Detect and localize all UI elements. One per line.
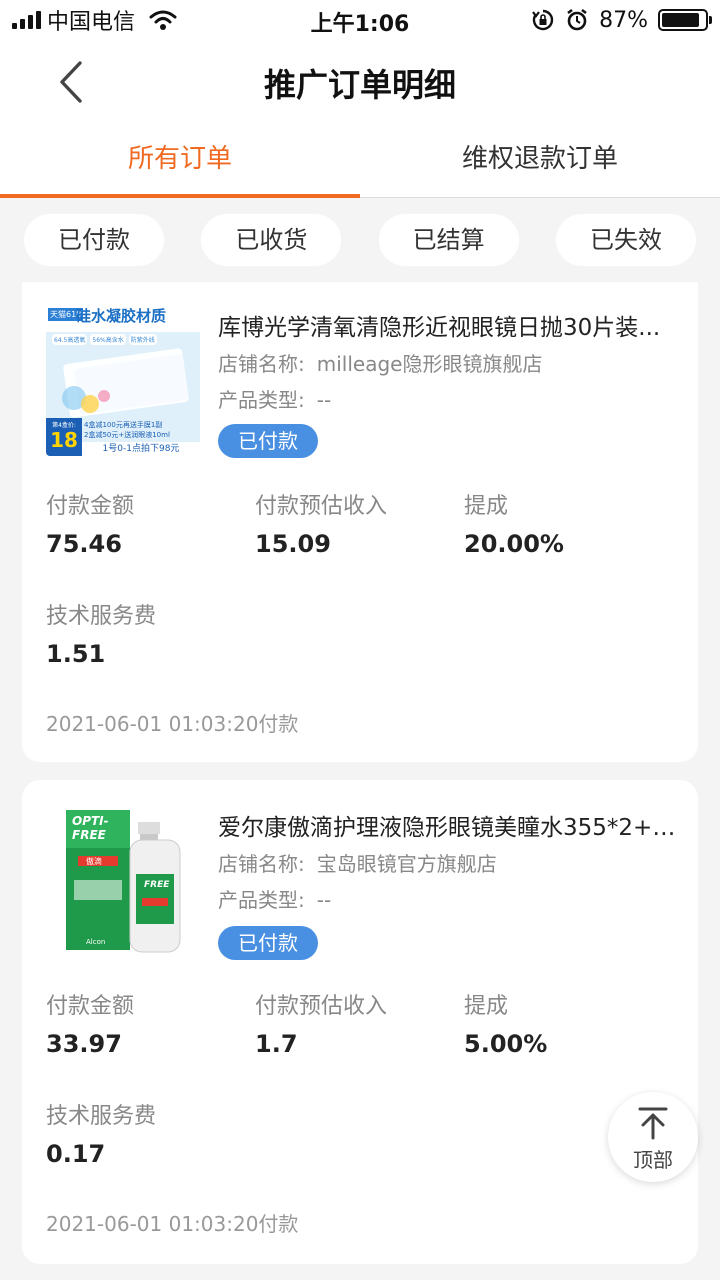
metric-est-income: 付款预估收入 15.09	[255, 488, 387, 558]
battery-percent: 87%	[599, 7, 648, 33]
box-brand-line2: FREE	[72, 828, 106, 842]
product-thumbnail[interactable]: OPTI- FREE 傲滴 Alcon FREE	[46, 800, 200, 954]
nav-bar: 推广订单明细	[0, 40, 720, 124]
page-title: 推广订单明细	[263, 66, 456, 104]
product-title[interactable]: 库博光学清氧清隐形近视眼镜日抛30片装...	[218, 308, 678, 342]
commission-label: 提成	[464, 494, 509, 519]
est-income-label: 付款预估收入	[255, 494, 388, 519]
product-type-row: 产品类型: --	[218, 884, 331, 913]
pay-amount-value: 33.97	[46, 1030, 122, 1058]
rotation-lock-icon	[532, 9, 554, 31]
status-badge: 已付款	[218, 424, 318, 458]
commission-value: 5.00%	[464, 1030, 548, 1058]
metric-commission: 提成 20.00%	[464, 488, 564, 558]
filter-paid[interactable]: 已付款	[24, 214, 164, 266]
status-left: 中国电信	[12, 6, 177, 35]
product-thumbnail[interactable]: 天猫618 硅水凝胶材质 64.5高透氧 56%高含水 防紫外线 第4盒价: 1…	[46, 302, 200, 456]
battery-fill	[662, 13, 699, 27]
thumb-bottom-strip: 1号0-1点拍下98元	[82, 442, 200, 456]
product-type-label: 产品类型:	[218, 888, 305, 912]
thumb-banner: 硅水凝胶材质	[76, 307, 167, 325]
thumb-promo-2: 2盒减50元+送润眼液10ml	[84, 431, 170, 439]
solution-box-illustration	[66, 810, 181, 953]
shop-name-row: 店铺名称: 宝岛眼镜官方旗舰店	[218, 848, 497, 877]
commission-value: 20.00%	[464, 530, 564, 558]
box-brand-line1: OPTI-	[72, 814, 109, 828]
status-badge: 已付款	[218, 926, 318, 960]
bottle-brand: FREE	[144, 880, 170, 890]
order-card[interactable]: 天猫618 硅水凝胶材质 64.5高透氧 56%高含水 防紫外线 第4盒价: 1…	[22, 282, 698, 762]
signal-icon	[12, 11, 41, 29]
commission-label: 提成	[464, 994, 509, 1019]
metric-service-fee: 技术服务费 1.51	[46, 598, 156, 668]
tab-all-orders[interactable]: 所有订单	[0, 124, 360, 198]
metric-est-income: 付款预估收入 1.7	[255, 988, 387, 1058]
pay-amount-label: 付款金额	[46, 994, 135, 1019]
back-to-top-label: 顶部	[633, 1148, 673, 1172]
contact-lens-box-illustration	[62, 348, 189, 418]
metric-commission: 提成 5.00%	[464, 988, 547, 1058]
back-to-top-button[interactable]: 顶部	[608, 1092, 698, 1182]
metric-pay-amount: 付款金额 33.97	[46, 988, 134, 1058]
product-title[interactable]: 爱尔康傲滴护理液隐形眼镜美瞳水355*2+6...	[218, 808, 678, 842]
shop-name-row: 店铺名称: milleage隐形眼镜旗舰店	[218, 348, 542, 377]
shop-name-value: milleage隐形眼镜旗舰店	[316, 352, 543, 376]
thumb-price-box: 第4盒价: 18	[46, 418, 82, 456]
est-income-value: 1.7	[255, 1030, 298, 1058]
est-income-label: 付款预估收入	[255, 994, 388, 1019]
pay-amount-value: 75.46	[46, 530, 122, 558]
tab-bar: 所有订单 维权退款订单	[0, 124, 720, 198]
pay-amount-label: 付款金额	[46, 494, 135, 519]
metric-pay-amount: 付款金额 75.46	[46, 488, 134, 558]
thumb-promo-1: 4盒减100元再送手膜1副	[84, 421, 163, 429]
carrier-name: 中国电信	[47, 10, 136, 35]
battery-icon	[658, 9, 712, 31]
product-type-value: --	[316, 888, 332, 912]
service-fee-label: 技术服务费	[46, 1104, 157, 1129]
service-fee-value: 1.51	[46, 640, 106, 668]
alarm-icon	[567, 8, 587, 31]
shop-name-value: 宝岛眼镜官方旗舰店	[316, 852, 497, 876]
order-timestamp: 2021-06-01 01:03:20付款	[46, 712, 299, 736]
box-maker: Alcon	[86, 938, 106, 946]
product-type-label: 产品类型:	[218, 388, 305, 412]
product-type-row: 产品类型: --	[218, 384, 331, 413]
status-filter-bar: 已付款 已收货 已结算 已失效	[0, 198, 720, 282]
wifi-icon	[149, 10, 177, 30]
shop-name-label: 店铺名称:	[218, 852, 305, 876]
tab-refund-orders[interactable]: 维权退款订单	[360, 124, 720, 197]
status-bar: 中国电信 上午1:06 87%	[0, 0, 720, 40]
filter-expired[interactable]: 已失效	[555, 214, 696, 266]
service-fee-label: 技术服务费	[46, 604, 157, 629]
service-fee-value: 0.17	[46, 1140, 106, 1168]
box-cn-name: 傲滴	[86, 857, 102, 866]
filter-settled[interactable]: 已结算	[378, 214, 519, 266]
shop-name-label: 店铺名称:	[218, 352, 305, 376]
filter-received[interactable]: 已收货	[201, 214, 342, 266]
order-card[interactable]: OPTI- FREE 傲滴 Alcon FREE 爱尔康傲滴护理液隐形眼镜美瞳水…	[22, 780, 698, 1264]
thumb-chips: 64.5高透氧 56%高含水 防紫外线	[52, 334, 196, 345]
metric-service-fee: 技术服务费 0.17	[46, 1098, 156, 1168]
est-income-value: 15.09	[255, 530, 331, 558]
arrow-to-top-icon	[638, 1107, 668, 1140]
order-timestamp: 2021-06-01 01:03:20付款	[46, 1212, 299, 1236]
status-right: 87%	[531, 6, 712, 34]
product-type-value: --	[316, 388, 332, 412]
